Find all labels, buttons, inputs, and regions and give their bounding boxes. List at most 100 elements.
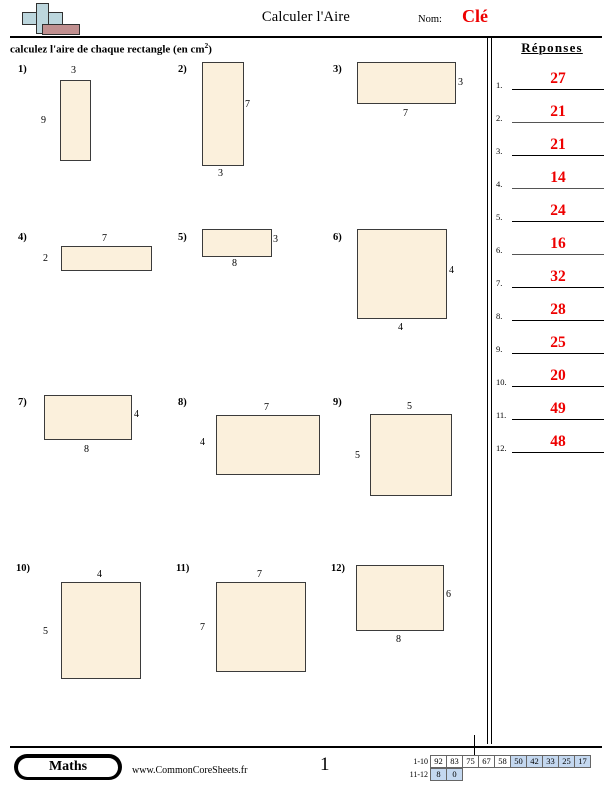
rectangle-shape xyxy=(216,582,306,672)
answer-row-8: 8. 28 xyxy=(496,291,608,321)
problem-label: 11) xyxy=(176,563,190,574)
problem-label: 8) xyxy=(178,397,187,408)
dimension-bottom: 8 xyxy=(232,258,237,269)
answer-row-7: 7. 32 xyxy=(496,258,608,288)
rectangle-shape xyxy=(44,395,132,440)
page-title: Calculer l'Aire xyxy=(261,9,351,25)
scale-cell: 8 xyxy=(430,768,447,781)
answer-row-11: 11. 49 xyxy=(496,390,608,420)
answer-line xyxy=(512,353,604,354)
answer-line xyxy=(512,254,604,255)
dimension-bottom: 4 xyxy=(398,322,403,333)
answer-row-9: 9. 25 xyxy=(496,324,608,354)
scale-cell: 67 xyxy=(478,755,495,768)
answer-number: 8. xyxy=(496,311,503,321)
scale-cell: 58 xyxy=(494,755,511,768)
answer-number: 9. xyxy=(496,344,503,354)
answer-value: 32 xyxy=(550,268,566,285)
answer-number: 2. xyxy=(496,113,503,123)
rectangle-shape xyxy=(60,80,91,161)
instructions-text: calculez l'aire de chaque rectangle (en … xyxy=(10,41,212,56)
dimension-right: 7 xyxy=(245,99,250,110)
scale-cell: 75 xyxy=(462,755,479,768)
footer-divider-rule xyxy=(10,746,602,748)
scale-cell: 50 xyxy=(510,755,527,768)
dimension-left: 5 xyxy=(355,450,360,461)
answer-value: 21 xyxy=(550,136,566,153)
answer-row-4: 4. 14 xyxy=(496,159,608,189)
dimension-left: 2 xyxy=(43,253,48,264)
answer-line xyxy=(512,188,604,189)
scale-cell: 0 xyxy=(446,768,463,781)
answer-value: 16 xyxy=(550,235,566,252)
dimension-top: 7 xyxy=(257,569,262,580)
dimension-right: 4 xyxy=(134,409,139,420)
answer-row-2: 2. 21 xyxy=(496,93,608,123)
rectangle-shape xyxy=(357,229,447,319)
dimension-left: 5 xyxy=(43,626,48,637)
problem-label: 12) xyxy=(331,563,345,574)
dimension-bottom: 8 xyxy=(84,444,89,455)
rectangle-shape xyxy=(61,246,152,271)
answer-value: 20 xyxy=(550,367,566,384)
dimension-top: 4 xyxy=(97,569,102,580)
dimension-left: 7 xyxy=(200,622,205,633)
rectangle-shape xyxy=(357,62,456,104)
page-number: 1 xyxy=(320,754,330,775)
answer-value: 48 xyxy=(550,433,566,450)
answer-line xyxy=(512,122,604,123)
grading-scale-table: 1-10 92 83 75 67 58 50 42 33 25 17 11-12… xyxy=(398,755,591,781)
answer-number: 11. xyxy=(496,410,507,420)
header-divider-rule xyxy=(10,36,602,38)
dimension-left: 4 xyxy=(200,437,205,448)
answer-number: 12. xyxy=(496,443,507,453)
answer-row-1: 1. 27 xyxy=(496,60,608,90)
problem-label: 2) xyxy=(178,64,187,75)
name-label: Nom: xyxy=(418,14,442,25)
dimension-top: 3 xyxy=(71,65,76,76)
scale-pointer-tick xyxy=(474,735,475,755)
answer-line xyxy=(512,452,604,453)
answer-line xyxy=(512,287,604,288)
answer-line xyxy=(512,386,604,387)
answer-line xyxy=(512,419,604,420)
answer-row-3: 3. 21 xyxy=(496,126,608,156)
answer-value: 14 xyxy=(550,169,566,186)
answer-row-6: 6. 16 xyxy=(496,225,608,255)
page-header: Calculer l'Aire Nom: Clé xyxy=(0,0,612,38)
problem-label: 7) xyxy=(18,397,27,408)
answer-line xyxy=(512,320,604,321)
rectangle-shape xyxy=(61,582,141,679)
answer-line xyxy=(512,221,604,222)
problem-label: 4) xyxy=(18,232,27,243)
rectangle-shape xyxy=(202,229,272,257)
problem-label: 9) xyxy=(333,397,342,408)
answer-number: 1. xyxy=(496,80,503,90)
brand-badge: Maths xyxy=(14,754,122,780)
scale-cell: 92 xyxy=(430,755,447,768)
answer-value: 28 xyxy=(550,301,566,318)
dimension-right: 4 xyxy=(449,265,454,276)
answers-divider-line-right xyxy=(491,38,492,744)
answer-number: 6. xyxy=(496,245,503,255)
answer-line xyxy=(512,89,604,90)
scale-cell: 83 xyxy=(446,755,463,768)
scale-cell: 42 xyxy=(526,755,543,768)
scale-row-label: 1-10 xyxy=(413,757,428,766)
rectangle-shape xyxy=(216,415,320,475)
scale-row-2: 11-12 8 0 xyxy=(398,768,591,781)
answer-value: 24 xyxy=(550,202,566,219)
dimension-top: 5 xyxy=(407,401,412,412)
answer-value: 25 xyxy=(550,334,566,351)
problem-label: 6) xyxy=(333,232,342,243)
scale-cell: 17 xyxy=(574,755,591,768)
rectangle-shape xyxy=(202,62,244,166)
dimension-right: 3 xyxy=(273,234,278,245)
answers-divider-line-left xyxy=(487,38,488,744)
answer-row-12: 12. 48 xyxy=(496,423,608,453)
answer-value: 27 xyxy=(550,70,566,87)
answer-number: 5. xyxy=(496,212,503,222)
answer-number: 4. xyxy=(496,179,503,189)
answer-row-5: 5. 24 xyxy=(496,192,608,222)
scale-row-1: 1-10 92 83 75 67 58 50 42 33 25 17 xyxy=(398,755,591,768)
